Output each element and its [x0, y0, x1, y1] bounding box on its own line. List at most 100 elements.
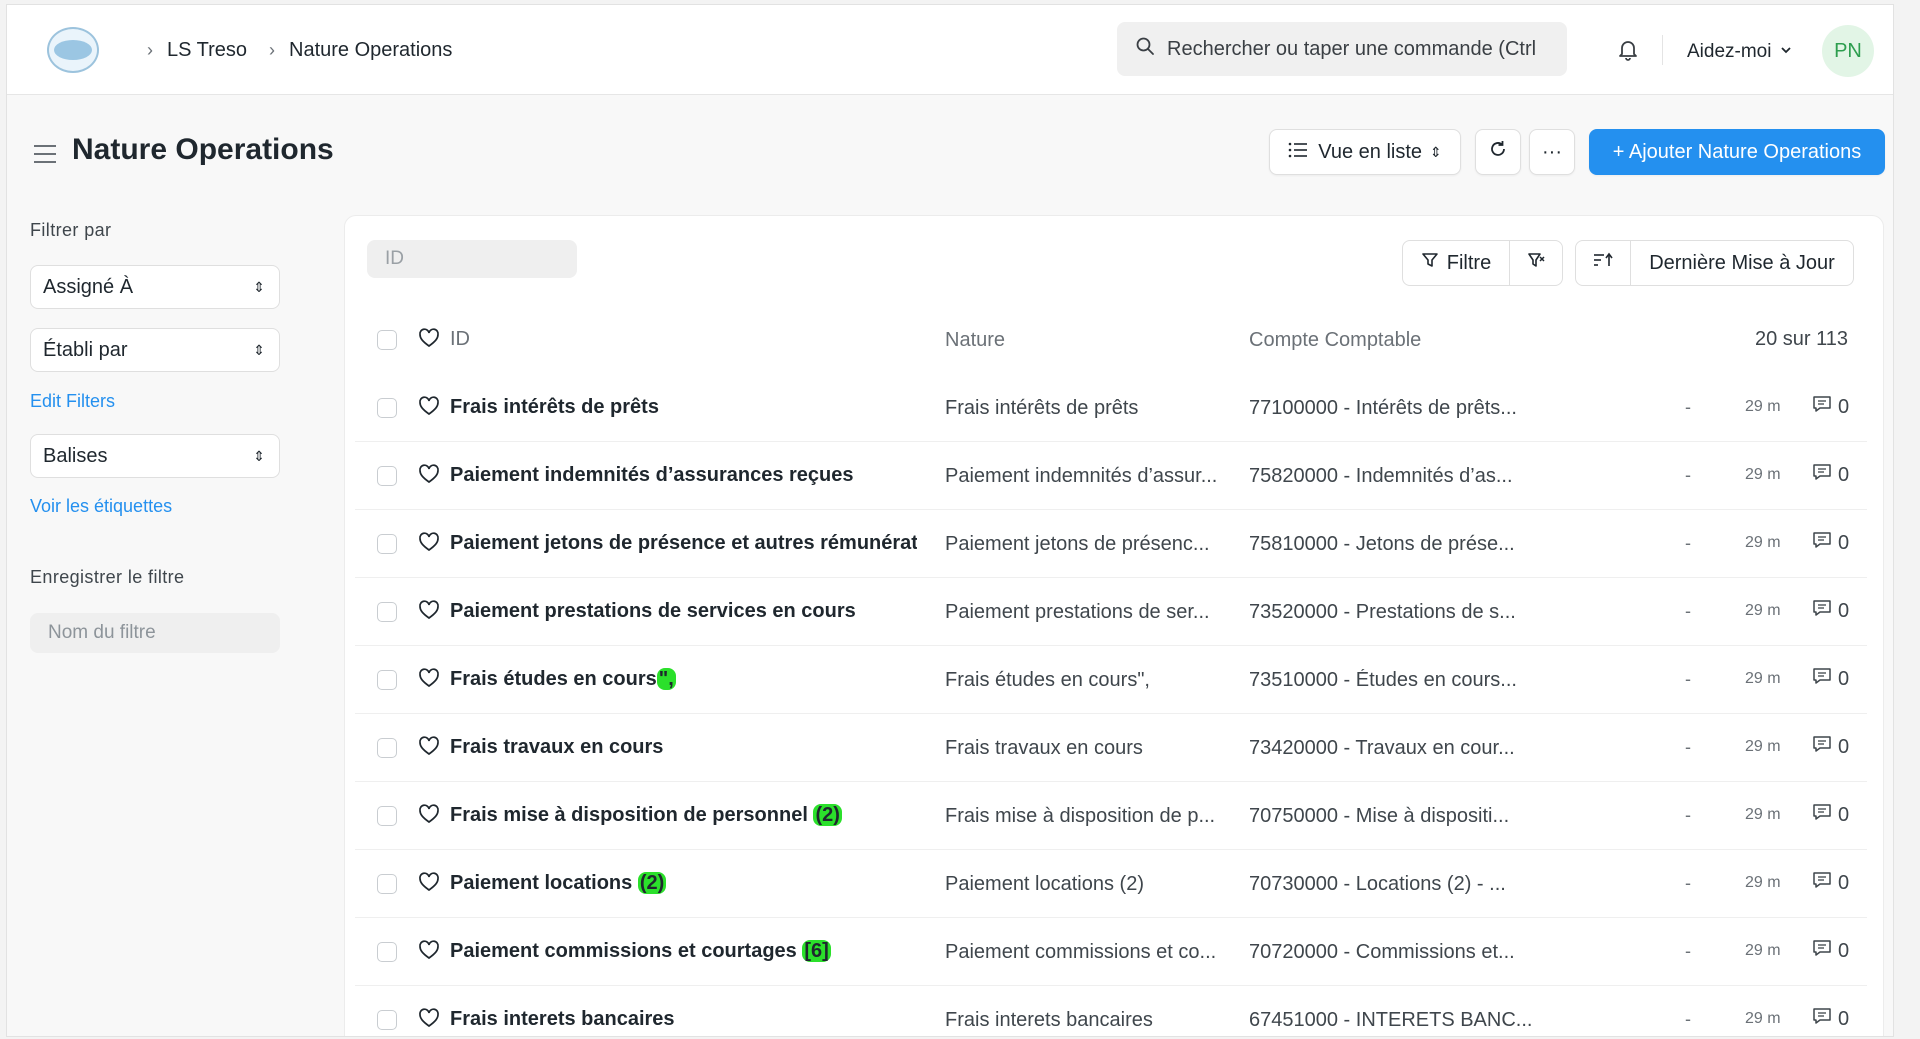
sort-by-button[interactable]: Dernière Mise à Jour	[1630, 240, 1854, 286]
more-options-button[interactable]: ···	[1529, 129, 1575, 175]
row-checkbox[interactable]	[377, 874, 397, 894]
column-header-compte[interactable]: Compte Comptable	[1249, 329, 1579, 352]
row-comments[interactable]: 0	[1812, 531, 1849, 555]
row-id-link[interactable]: Frais travaux en cours	[450, 736, 917, 759]
row-status: -	[1685, 805, 1691, 825]
navbar: › LS Treso › Nature Operations Recherche…	[7, 5, 1893, 95]
comment-icon	[1812, 735, 1832, 759]
breadcrumb-ls-treso[interactable]: › LS Treso	[147, 39, 247, 62]
table-row[interactable]: Frais interets bancaires Frais interets b…	[355, 986, 1867, 1036]
heart-icon[interactable]	[418, 940, 440, 965]
row-comments[interactable]: 0	[1812, 939, 1849, 963]
row-compte: 73520000 - Prestations de s...	[1249, 601, 1516, 623]
row-checkbox[interactable]	[377, 942, 397, 962]
row-nature: Paiement indemnités d’assur...	[945, 465, 1218, 487]
id-annotation: [6]	[802, 940, 831, 962]
heart-icon[interactable]	[418, 872, 440, 897]
help-dropdown[interactable]: Aidez-moi	[1687, 41, 1793, 63]
heart-icon[interactable]	[418, 736, 440, 761]
select-arrows-icon: ⇕	[253, 341, 265, 358]
row-id-link[interactable]: Frais mise à disposition de personnel (2…	[450, 804, 917, 827]
row-comments[interactable]: 0	[1812, 463, 1849, 487]
row-id-link[interactable]: Paiement prestations de services en cour…	[450, 600, 917, 623]
table-row[interactable]: Frais intérêts de prêts Frais intérêts de…	[355, 374, 1867, 442]
search-input[interactable]: Rechercher ou taper une commande (Ctrl	[1117, 22, 1567, 76]
tags-select[interactable]: Balises ⇕	[30, 434, 280, 478]
table-row[interactable]: Paiement indemnités d’assurances reçues P…	[355, 442, 1867, 510]
row-comments[interactable]: 0	[1812, 735, 1849, 759]
heart-icon[interactable]	[418, 328, 440, 353]
row-checkbox[interactable]	[377, 466, 397, 486]
row-nature: Paiement commissions et co...	[945, 941, 1217, 963]
navbar-divider	[1662, 35, 1663, 65]
table-row[interactable]: Paiement prestations de services en cour…	[355, 578, 1867, 646]
row-comments[interactable]: 0	[1812, 667, 1849, 691]
row-modified-time: 29 m	[1745, 738, 1781, 755]
column-header-id[interactable]: ID	[450, 328, 917, 351]
edit-filters-link[interactable]: Edit Filters	[30, 391, 115, 412]
row-checkbox[interactable]	[377, 806, 397, 826]
heart-icon[interactable]	[418, 668, 440, 693]
row-checkbox[interactable]	[377, 398, 397, 418]
select-all-checkbox[interactable]	[377, 330, 397, 350]
heart-icon[interactable]	[418, 804, 440, 829]
notification-bell-icon[interactable]	[1615, 37, 1641, 68]
filter-button[interactable]: Filtre	[1402, 240, 1510, 286]
row-id-link[interactable]: Paiement indemnités d’assurances reçues	[450, 464, 917, 487]
sort-order-button[interactable]	[1575, 240, 1631, 286]
heart-icon[interactable]	[418, 1008, 440, 1033]
app-window: › LS Treso › Nature Operations Recherche…	[6, 4, 1894, 1037]
row-checkbox[interactable]	[377, 670, 397, 690]
refresh-button[interactable]	[1475, 129, 1521, 175]
row-nature: Frais interets bancaires	[945, 1009, 1153, 1031]
row-nature: Frais intérêts de prêts	[945, 397, 1139, 419]
created-by-select[interactable]: Établi par ⇕	[30, 328, 280, 372]
table-row[interactable]: Paiement locations (2) Paiement locations…	[355, 850, 1867, 918]
table-row[interactable]: Frais mise à disposition de personnel (2…	[355, 782, 1867, 850]
row-id-link[interactable]: Paiement locations (2)	[450, 872, 917, 895]
assigned-to-select[interactable]: Assigné À ⇕	[30, 265, 280, 309]
table-row[interactable]: Paiement commissions et courtages [6] Pai…	[355, 918, 1867, 986]
app-logo[interactable]	[47, 27, 99, 73]
search-icon	[1135, 36, 1155, 62]
row-checkbox[interactable]	[377, 602, 397, 622]
clear-filter-button[interactable]	[1509, 240, 1563, 286]
filter-name-input[interactable]: Nom du filtre	[30, 613, 280, 653]
row-status: -	[1685, 669, 1691, 689]
row-status: -	[1685, 873, 1691, 893]
heart-icon[interactable]	[418, 600, 440, 625]
add-nature-operations-button[interactable]: + Ajouter Nature Operations	[1589, 129, 1885, 175]
row-id-link[interactable]: Paiement jetons de présence et autres ré…	[450, 532, 917, 555]
breadcrumb-nature-operations[interactable]: › Nature Operations	[269, 39, 452, 62]
heart-icon[interactable]	[418, 396, 440, 421]
row-checkbox[interactable]	[377, 534, 397, 554]
record-count: 20 sur 113	[1755, 328, 1849, 350]
row-id-link[interactable]: Frais interets bancaires	[450, 1008, 917, 1031]
row-comments[interactable]: 0	[1812, 1007, 1849, 1031]
row-comments[interactable]: 0	[1812, 803, 1849, 827]
table-row[interactable]: Frais travaux en cours Frais travaux en c…	[355, 714, 1867, 782]
table-row[interactable]: Paiement jetons de présence et autres ré…	[355, 510, 1867, 578]
column-header-nature[interactable]: Nature	[945, 329, 1235, 352]
row-comments[interactable]: 0	[1812, 395, 1849, 419]
heart-icon[interactable]	[418, 464, 440, 489]
id-filter-input[interactable]: ID	[367, 240, 577, 278]
row-comments[interactable]: 0	[1812, 599, 1849, 623]
comment-icon	[1812, 531, 1832, 555]
row-status: -	[1685, 397, 1691, 417]
row-compte: 75820000 - Indemnités d’as...	[1249, 465, 1513, 487]
filter-icon	[1421, 251, 1439, 275]
row-compte: 75810000 - Jetons de prése...	[1249, 533, 1515, 555]
row-id-link[interactable]: Frais études en cours ",	[450, 668, 917, 691]
row-id-link[interactable]: Frais intérêts de prêts	[450, 396, 917, 419]
row-checkbox[interactable]	[377, 738, 397, 758]
row-comments[interactable]: 0	[1812, 871, 1849, 895]
table-row[interactable]: Frais études en cours ", Frais études en c…	[355, 646, 1867, 714]
show-tags-link[interactable]: Voir les étiquettes	[30, 496, 172, 517]
row-checkbox[interactable]	[377, 1010, 397, 1030]
user-avatar[interactable]: PN	[1822, 25, 1874, 77]
row-id-link[interactable]: Paiement commissions et courtages [6]	[450, 940, 917, 963]
view-switcher-button[interactable]: Vue en liste ⇕	[1269, 129, 1461, 175]
heart-icon[interactable]	[418, 532, 440, 557]
sidebar-toggle-icon[interactable]	[32, 143, 58, 170]
